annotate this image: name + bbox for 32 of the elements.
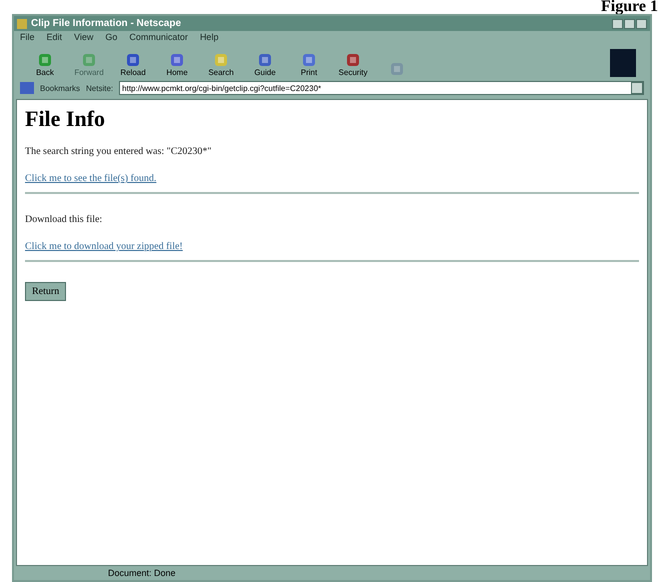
bookmarks-button[interactable]: Bookmarks: [40, 84, 80, 92]
status-text: Document: Done: [108, 568, 176, 578]
toolbar-button[interactable]: Print: [292, 52, 326, 77]
toolbar-icon: [125, 52, 141, 68]
toolbar-button[interactable]: Security: [336, 52, 370, 77]
return-button[interactable]: Return: [25, 282, 66, 301]
toolbar-icon: [257, 52, 273, 68]
menu-item[interactable]: Communicator: [129, 32, 188, 42]
dropdown-button[interactable]: [631, 82, 643, 94]
toolbar-button[interactable]: Home: [160, 52, 194, 77]
toolbar-button[interactable]: Back: [28, 52, 62, 77]
menu-item[interactable]: View: [74, 32, 94, 42]
download-link[interactable]: Click me to download your zipped file!: [25, 241, 183, 252]
maximize-button[interactable]: [624, 18, 635, 28]
minimize-button[interactable]: [612, 18, 623, 28]
menu-item[interactable]: Help: [200, 32, 218, 42]
menu-item[interactable]: Go: [105, 32, 118, 42]
toolbar-button[interactable]: Guide: [248, 52, 282, 77]
download-text: Download this file:: [25, 214, 102, 225]
close-button[interactable]: [636, 18, 647, 28]
toolbar-button[interactable]: Search: [204, 52, 238, 77]
found-files-link[interactable]: Click me to see the file(s) found.: [25, 173, 156, 184]
url-field[interactable]: http://www.pcmkt.org/cgi-bin/getclip.cgi?cutfile=C20230*: [119, 81, 644, 95]
menu-item[interactable]: File: [20, 32, 35, 42]
app-icon: [17, 18, 27, 28]
window-title: Clip File Information - Netscape: [31, 18, 182, 29]
page-heading: File Info: [25, 106, 106, 132]
toolbar-button[interactable]: Reload: [116, 52, 150, 77]
search-message: The search string you entered was: "C20230*": [25, 146, 212, 157]
logo-icon: [610, 49, 636, 77]
netsite-label: Netsite:: [86, 84, 114, 92]
menu-item[interactable]: Edit: [46, 32, 62, 42]
